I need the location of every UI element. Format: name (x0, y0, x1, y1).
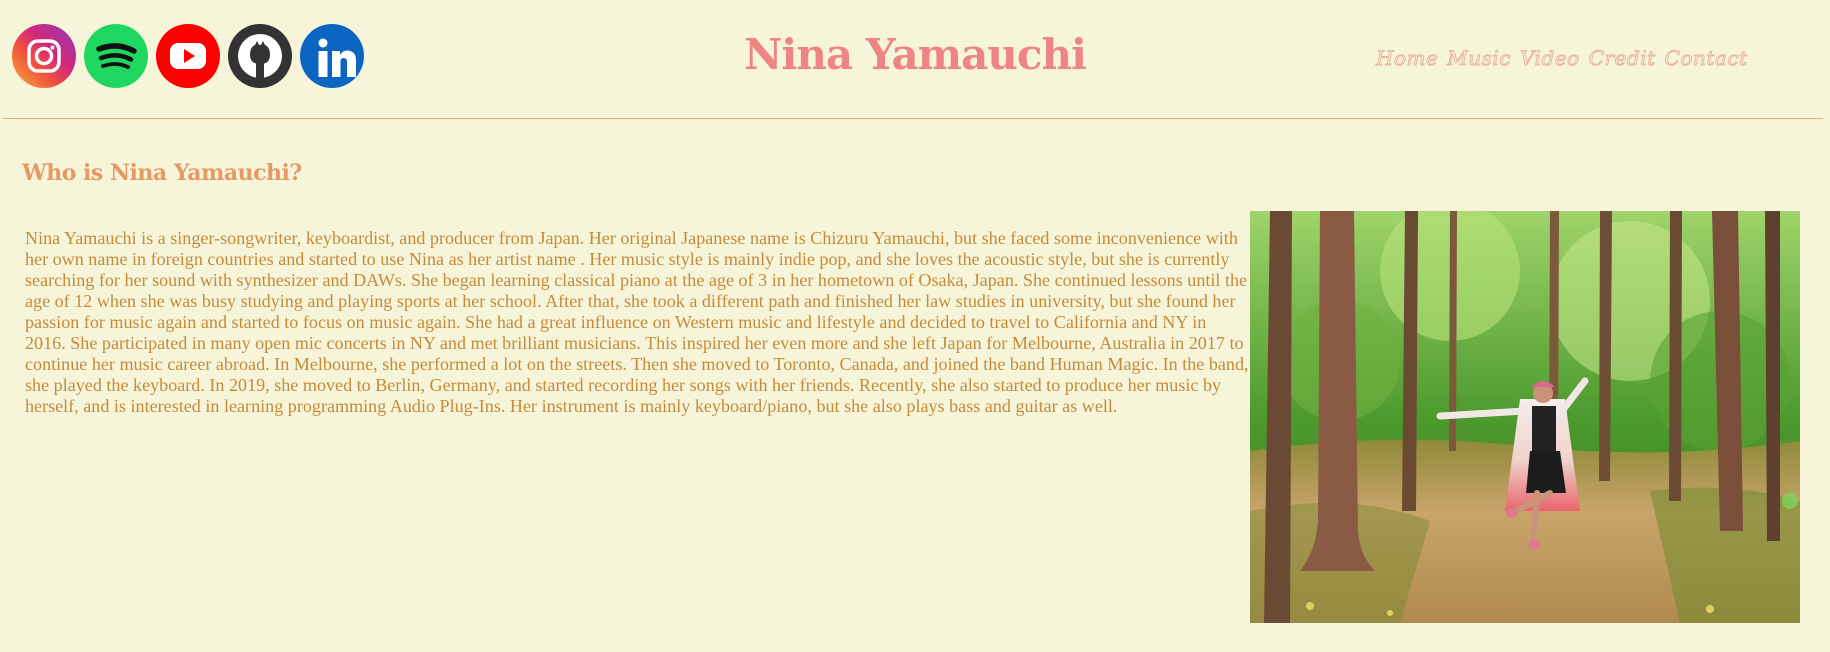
section-heading: Who is Nina Yamauchi? (22, 160, 302, 186)
nav-video[interactable]: Video (1520, 46, 1580, 71)
header-divider (3, 118, 1823, 119)
nav-music[interactable]: Music (1447, 46, 1511, 71)
site-header: Nina Yamauchi Home Music Video Credit Co… (0, 0, 1830, 119)
nav-home[interactable]: Home (1375, 46, 1438, 71)
main-nav: Home Music Video Credit Contact (1375, 46, 1747, 71)
artist-photo (1250, 211, 1800, 623)
bio-paragraph: Nina Yamauchi is a singer-songwriter, ke… (25, 228, 1249, 416)
nav-credit[interactable]: Credit (1588, 46, 1655, 71)
nav-contact[interactable]: Contact (1664, 46, 1747, 71)
